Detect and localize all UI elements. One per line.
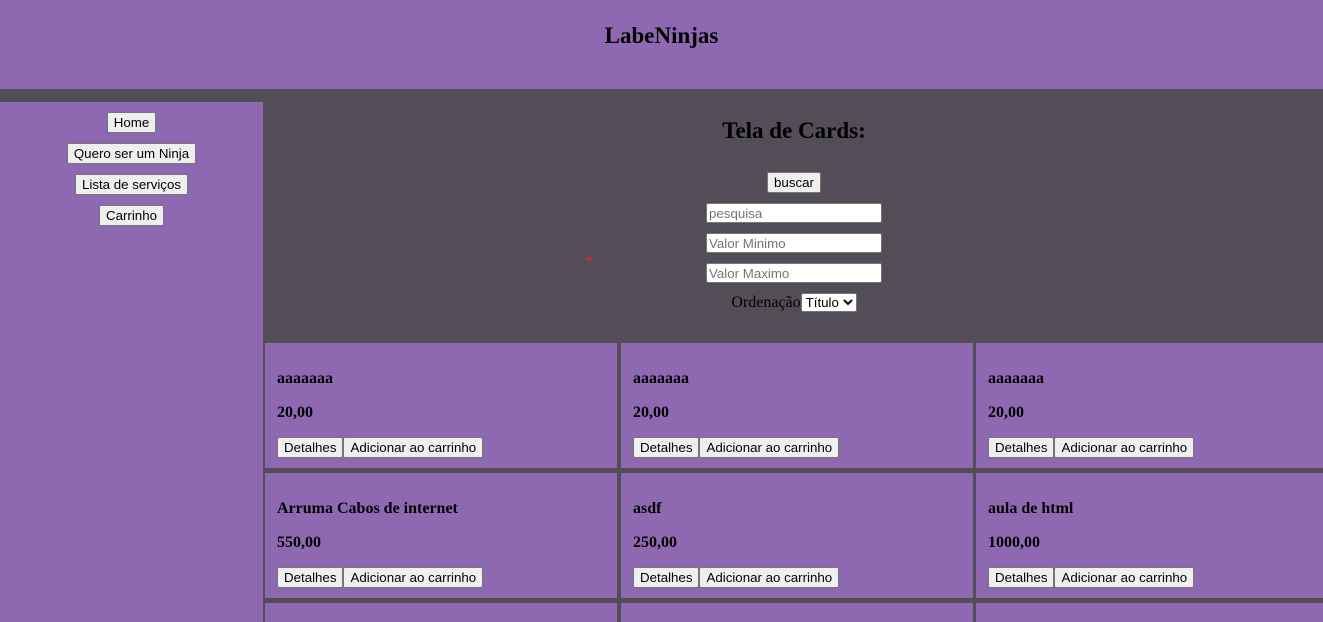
card-title: asdf	[633, 500, 662, 517]
add-to-cart-button[interactable]: Adicionar ao carrinho	[343, 567, 484, 588]
sidebar-item-cart[interactable]: Carrinho	[99, 205, 164, 226]
details-button[interactable]: Detalhes	[277, 567, 344, 588]
service-card: Arruma Cabos de internet 550,00 Detalhes…	[265, 473, 617, 598]
details-button[interactable]: Detalhes	[988, 437, 1055, 458]
sidebar-item-be-a-ninja[interactable]: Quero ser um Ninja	[66, 143, 197, 164]
search-button[interactable]: buscar	[767, 172, 821, 193]
page-title: Tela de Cards:	[722, 118, 866, 143]
service-card: aaaaaaa 20,00 Detalhes Adicionar ao carr…	[976, 343, 1323, 468]
card-title: aaaaaaa	[277, 370, 333, 387]
card-title: aaaaaaa	[988, 370, 1044, 387]
service-card-partial	[621, 603, 973, 622]
sidebar: Home Quero ser um Ninja Lista de serviço…	[0, 102, 263, 622]
cursor-dot	[587, 257, 591, 261]
sort-row: Ordenação Título	[731, 293, 857, 312]
details-button[interactable]: Detalhes	[988, 567, 1055, 588]
sidebar-item-services-list[interactable]: Lista de serviços	[74, 174, 189, 195]
add-to-cart-button[interactable]: Adicionar ao carrinho	[1054, 567, 1195, 588]
app-header: LabeNinjas	[0, 0, 1323, 89]
sidebar-item-home[interactable]: Home	[106, 112, 157, 133]
min-value-input[interactable]	[706, 233, 882, 253]
max-value-input[interactable]	[706, 263, 882, 283]
app-title: LabeNinjas	[604, 22, 719, 48]
card-title: aula de html	[988, 500, 1074, 517]
sort-select[interactable]: Título	[800, 293, 857, 312]
card-title: Arruma Cabos de internet	[277, 500, 458, 517]
service-card-partial	[976, 603, 1323, 622]
add-to-cart-button[interactable]: Adicionar ao carrinho	[699, 437, 840, 458]
details-button[interactable]: Detalhes	[633, 567, 700, 588]
card-price: 250,00	[633, 534, 677, 551]
card-actions: Detalhes Adicionar ao carrinho	[633, 567, 840, 588]
details-button[interactable]: Detalhes	[277, 437, 344, 458]
card-price: 20,00	[277, 404, 313, 421]
card-actions: Detalhes Adicionar ao carrinho	[277, 567, 484, 588]
service-card: aula de html 1000,00 Detalhes Adicionar …	[976, 473, 1323, 598]
card-price: 20,00	[988, 404, 1024, 421]
card-title: aaaaaaa	[633, 370, 689, 387]
main-content: Tela de Cards: buscar Ordenação Título a…	[265, 102, 1323, 622]
card-price: 20,00	[633, 404, 669, 421]
card-actions: Detalhes Adicionar ao carrinho	[988, 437, 1195, 458]
add-to-cart-button[interactable]: Adicionar ao carrinho	[699, 567, 840, 588]
search-input[interactable]	[706, 203, 882, 223]
service-card: aaaaaaa 20,00 Detalhes Adicionar ao carr…	[265, 343, 617, 468]
service-card: aaaaaaa 20,00 Detalhes Adicionar ao carr…	[621, 343, 973, 468]
add-to-cart-button[interactable]: Adicionar ao carrinho	[1054, 437, 1195, 458]
service-card: asdf 250,00 Detalhes Adicionar ao carrin…	[621, 473, 973, 598]
card-actions: Detalhes Adicionar ao carrinho	[277, 437, 484, 458]
card-price: 1000,00	[988, 534, 1040, 551]
filter-panel: Tela de Cards: buscar Ordenação Título	[265, 102, 1323, 341]
sort-label: Ordenação	[731, 293, 801, 311]
card-actions: Detalhes Adicionar ao carrinho	[633, 437, 840, 458]
service-card-partial	[265, 603, 617, 622]
details-button[interactable]: Detalhes	[633, 437, 700, 458]
add-to-cart-button[interactable]: Adicionar ao carrinho	[343, 437, 484, 458]
card-actions: Detalhes Adicionar ao carrinho	[988, 567, 1195, 588]
card-price: 550,00	[277, 534, 321, 551]
